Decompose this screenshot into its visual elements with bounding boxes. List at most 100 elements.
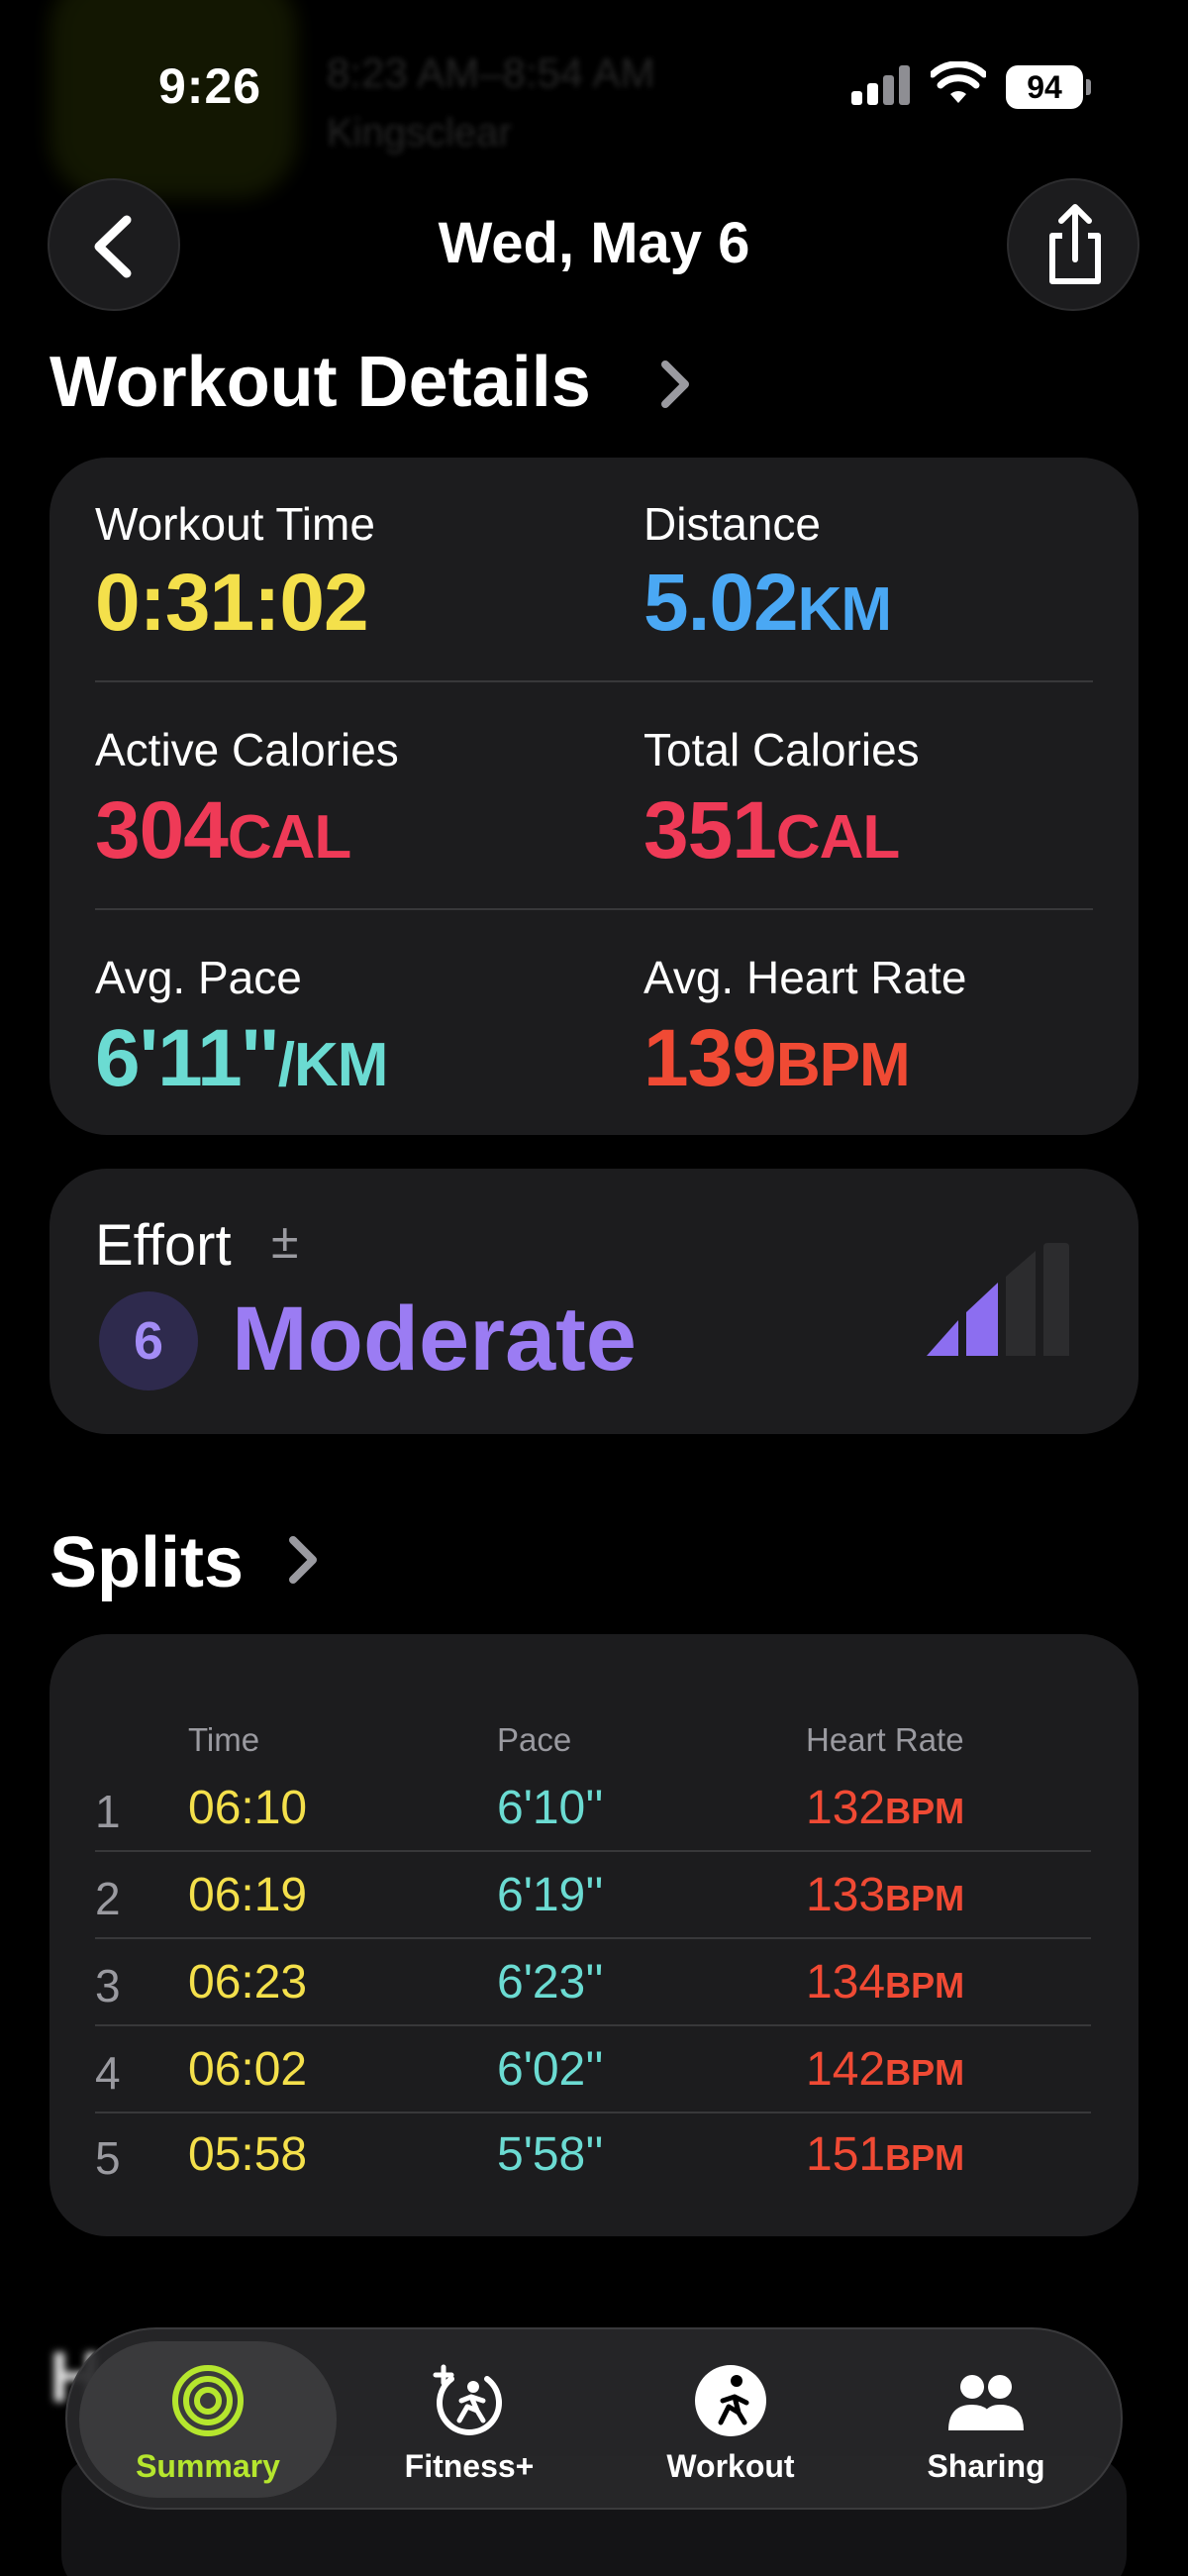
avg-pace-value: 6'11''/KM (95, 1012, 389, 1105)
tab-bar: Summary Fitness+ Workout Sharing (65, 2327, 1123, 2510)
split-row: 4 06:02 6'02'' 142BPM (95, 2028, 1091, 2113)
split-number: 4 (95, 2047, 121, 2099)
status-bar: 9:26 94 (0, 0, 1188, 168)
effort-bar (1043, 1243, 1069, 1356)
workout-time-label: Workout Time (95, 498, 375, 550)
split-time: 06:02 (188, 2043, 308, 2096)
fitness-plus-icon (433, 2364, 502, 2435)
divider (95, 680, 1093, 682)
split-time: 06:23 (188, 1956, 308, 2009)
tab-workout[interactable]: Workout (602, 2341, 859, 2498)
total-calories-unit: CAL (775, 803, 900, 872)
active-calories-value: 304CAL (95, 784, 351, 877)
avg-heart-rate-label: Avg. Heart Rate (644, 952, 967, 1003)
effort-bar (966, 1283, 998, 1356)
splits-header-pace: Pace (497, 1721, 572, 1758)
chevron-right-icon (289, 1536, 317, 1584)
splits-header-time: Time (188, 1721, 260, 1758)
effort-label: Effort (95, 1213, 232, 1278)
cellular-signal-icon (851, 65, 911, 105)
split-pace: 6'02'' (497, 2043, 604, 2096)
workout-time-value: 0:31:02 (95, 558, 369, 648)
split-heart-rate-value: 132 (806, 1782, 886, 1834)
split-row: 3 06:23 6'23'' 134BPM (95, 1941, 1091, 2026)
effort-bars-icon (927, 1243, 1069, 1356)
activity-rings-icon (172, 2365, 244, 2436)
effort-score-badge: 6 (99, 1291, 198, 1391)
avg-pace-number: 6'11'' (95, 1013, 279, 1103)
tab-sharing[interactable]: Sharing (857, 2341, 1115, 2498)
avg-pace-label: Avg. Pace (95, 952, 302, 1003)
back-button[interactable] (48, 178, 180, 311)
splits-header-heart-rate: Heart Rate (806, 1721, 964, 1758)
tab-fitness-plus[interactable]: Fitness+ (341, 2341, 598, 2498)
wifi-icon (931, 61, 986, 103)
avg-heart-rate-value: 139BPM (644, 1012, 911, 1105)
distance-unit: KM (797, 575, 892, 644)
split-number: 1 (95, 1786, 121, 1837)
split-row: 2 06:19 6'19'' 133BPM (95, 1854, 1091, 1939)
distance-number: 5.02 (644, 558, 799, 648)
workout-summary-screen: 8:23 AM–8:54 AM Kingsclear 9:26 94 Wed, … (0, 0, 1188, 2576)
split-time: 05:58 (188, 2128, 308, 2181)
chevron-right-icon (661, 361, 689, 408)
effort-bar (927, 1320, 958, 1356)
avg-pace-unit: /KM (277, 1031, 389, 1099)
battery-tip (1086, 79, 1091, 95)
workout-details-title[interactable]: Workout Details (50, 342, 591, 423)
avg-heart-rate-number: 139 (644, 1013, 777, 1103)
tab-label: Workout (666, 2448, 795, 2484)
split-heart-rate-value: 142 (806, 2043, 886, 2096)
total-calories-number: 351 (644, 785, 777, 876)
split-heart-rate-value: 134 (806, 1956, 886, 2009)
sharing-people-icon (948, 2375, 1024, 2430)
split-row: 5 05:58 5'58'' 151BPM (95, 2113, 1091, 2199)
split-heart-rate: 134BPM (806, 1955, 964, 2009)
split-heart-rate-unit: BPM (885, 1965, 965, 2006)
tab-summary[interactable]: Summary (79, 2341, 337, 2498)
workout-runner-icon (695, 2365, 766, 2436)
nav-title: Wed, May 6 (438, 211, 750, 275)
split-pace: 6'23'' (497, 1956, 604, 2009)
avg-heart-rate-unit: BPM (775, 1031, 911, 1099)
split-heart-rate-value: 133 (806, 1869, 886, 1921)
effort-level: Moderate (232, 1288, 637, 1390)
effort-bar (1006, 1251, 1036, 1356)
divider (95, 1850, 1091, 1852)
battery-indicator: 94 (1006, 65, 1083, 109)
distance-value: 5.02KM (644, 557, 892, 650)
share-button[interactable] (1007, 178, 1139, 311)
distance-label: Distance (644, 498, 821, 550)
divider (95, 1937, 1091, 1939)
split-number: 2 (95, 1873, 121, 1924)
total-calories-label: Total Calories (644, 724, 920, 775)
tab-label: Sharing (927, 2448, 1045, 2484)
active-calories-label: Active Calories (95, 724, 399, 775)
split-heart-rate-unit: BPM (885, 1878, 965, 1918)
split-heart-rate: 132BPM (806, 1781, 964, 1835)
divider (95, 2024, 1091, 2026)
split-time: 06:19 (188, 1869, 308, 1921)
workout-details-card: Workout Time 0:31:02 Distance 5.02KM Act… (50, 458, 1138, 1135)
tab-label: Summary (136, 2448, 280, 2484)
split-number: 3 (95, 1960, 121, 2011)
split-heart-rate: 151BPM (806, 2127, 964, 2182)
chevron-left-icon (94, 215, 132, 278)
split-pace: 6'19'' (497, 1869, 604, 1921)
split-number: 5 (95, 2132, 121, 2184)
workout-details-title-text: Workout Details (50, 343, 591, 422)
split-pace: 5'58'' (497, 2128, 604, 2181)
active-calories-unit: CAL (227, 803, 351, 872)
total-calories-value: 351CAL (644, 784, 900, 877)
share-icon (1049, 204, 1101, 284)
split-heart-rate-unit: BPM (885, 2137, 965, 2178)
effort-adjust-icon[interactable]: ± (271, 1212, 298, 1270)
split-heart-rate-unit: BPM (885, 1791, 965, 1831)
split-heart-rate: 133BPM (806, 1868, 964, 1922)
split-pace: 6'10'' (497, 1782, 604, 1834)
splits-title[interactable]: Splits (50, 1522, 244, 1603)
split-heart-rate-unit: BPM (885, 2052, 965, 2093)
active-calories-number: 304 (95, 785, 229, 876)
splits-title-text: Splits (50, 1523, 245, 1602)
tab-label: Fitness+ (404, 2448, 535, 2484)
